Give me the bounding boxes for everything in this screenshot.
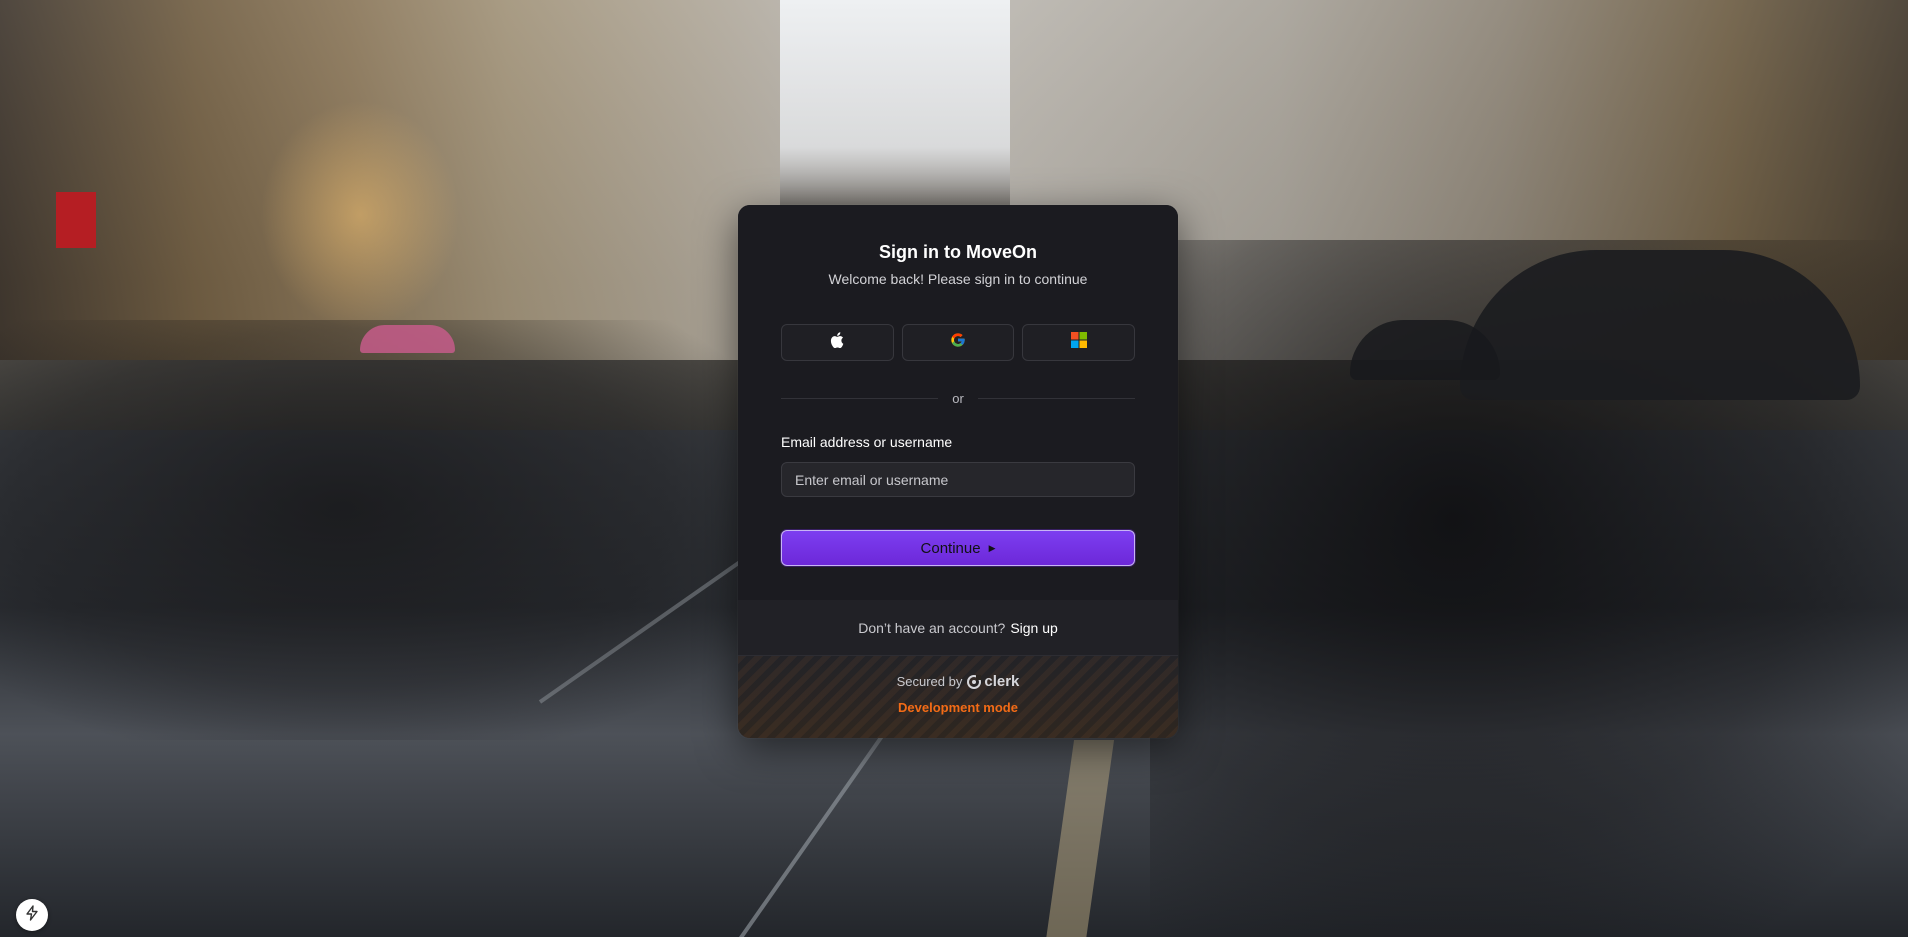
or-divider: or [781,389,1135,407]
no-account-text: Don’t have an account? [858,619,1006,636]
social-buttons [781,324,1136,361]
divider-label: or [952,390,964,406]
google-signin-button[interactable] [901,324,1015,361]
triangle-right-icon: ▶ [988,542,996,553]
clerk-icon [967,674,982,689]
clerk-logo: clerk [967,673,1019,690]
signin-form-section: Sign in to MoveOn Welcome back! Please s… [738,205,1178,600]
lightning-bolt-button[interactable] [16,899,48,931]
secured-by-text: Secured by [896,674,963,689]
clerk-brand-text: clerk [984,673,1020,690]
signin-card: Sign in to MoveOn Welcome back! Please s… [738,205,1178,738]
apple-icon [830,332,844,353]
apple-signin-button[interactable] [781,324,894,361]
email-field[interactable] [781,462,1135,497]
signup-link[interactable]: Sign up [1010,620,1057,636]
microsoft-icon [1070,332,1087,353]
card-footer: Secured by clerk Development mode [738,656,1178,738]
divider-line-left [781,397,939,399]
signup-prompt: Don’t have an account? Sign up [738,600,1178,656]
google-icon [950,332,966,353]
page-title: Sign in to MoveOn [879,242,1037,262]
secured-by: Secured by clerk [738,673,1178,690]
lightning-bolt-icon [24,904,40,926]
microsoft-signin-button[interactable] [1022,324,1136,361]
continue-button[interactable]: Continue ▶ [781,530,1135,566]
development-mode-badge: Development mode [898,700,1018,715]
continue-label: Continue [920,539,981,557]
divider-line-right [977,397,1135,399]
page-subtitle: Welcome back! Please sign in to continue [828,271,1088,287]
email-field-label: Email address or username [781,434,953,450]
